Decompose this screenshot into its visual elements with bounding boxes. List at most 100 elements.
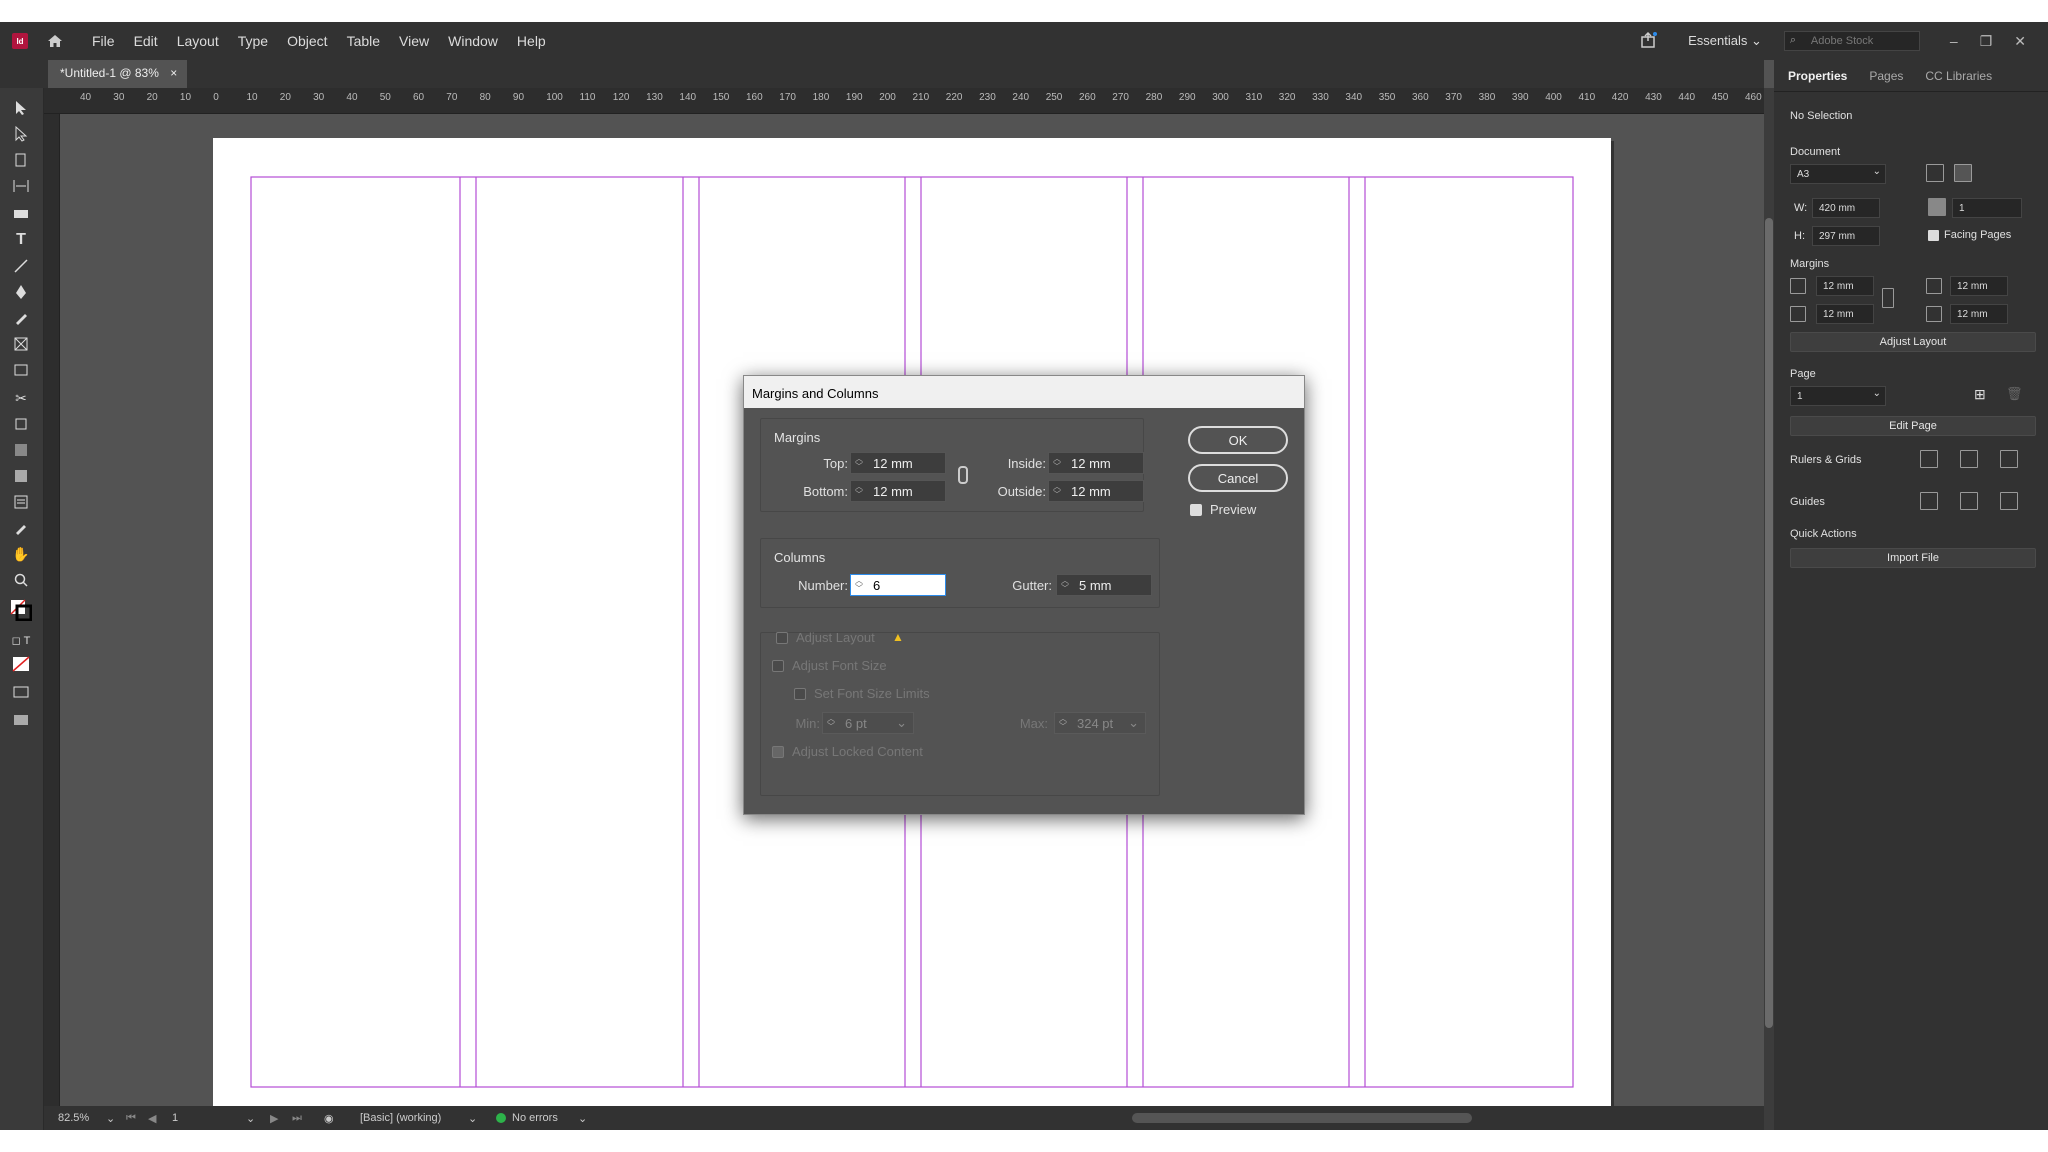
link-icon[interactable]: [958, 466, 968, 484]
selection-tool-icon[interactable]: [10, 98, 32, 118]
show-guides-icon[interactable]: [1920, 492, 1938, 510]
vertical-scrollbar[interactable]: [1764, 88, 1774, 1130]
document-tab[interactable]: *Untitled-1 @ 83% ×: [48, 60, 188, 88]
restore-icon[interactable]: ❐: [1980, 33, 1993, 50]
menu-type[interactable]: Type: [238, 33, 268, 49]
line-tool-icon[interactable]: [10, 256, 32, 276]
menu-window[interactable]: Window: [448, 33, 498, 49]
tab-cc-libraries[interactable]: CC Libraries: [1925, 69, 1992, 83]
horizontal-scroll-thumb[interactable]: [1132, 1113, 1472, 1123]
min-font-size-field[interactable]: ︿ ﹀ 6 pt ⌄: [822, 712, 914, 734]
max-font-size-field[interactable]: ︿ ﹀ 324 pt ⌄: [1054, 712, 1146, 734]
menu-help[interactable]: Help: [517, 33, 546, 49]
preflight-profile-icon[interactable]: ◉: [324, 1112, 334, 1125]
hand-tool-icon[interactable]: ✋: [10, 544, 32, 564]
portrait-orientation-icon[interactable]: [1926, 164, 1944, 182]
import-file-button[interactable]: Import File: [1790, 548, 2036, 568]
margin-top-field[interactable]: ︿ ﹀ 12 mm: [850, 452, 946, 474]
workspace-switcher[interactable]: Essentials ⌄: [1688, 33, 1762, 49]
eyedropper-tool-icon[interactable]: [10, 518, 32, 538]
type-tool-icon[interactable]: T: [10, 230, 32, 250]
errors-chevron-icon[interactable]: ⌄: [578, 1112, 587, 1125]
adjust-layout-checkbox[interactable]: [776, 632, 788, 644]
ruler-icon[interactable]: [1920, 450, 1938, 468]
pen-tool-icon[interactable]: [10, 282, 32, 302]
profile-chevron-icon[interactable]: ⌄: [468, 1112, 477, 1125]
facing-pages-checkbox[interactable]: [1928, 230, 1939, 241]
note-tool-icon[interactable]: [10, 492, 32, 512]
ok-button[interactable]: OK: [1188, 426, 1288, 454]
next-page-icon[interactable]: ▶: [270, 1112, 278, 1125]
direct-selection-tool-icon[interactable]: [10, 124, 32, 144]
zoom-chevron-icon[interactable]: ⌄: [106, 1112, 115, 1125]
preflight-profile[interactable]: [Basic] (working): [360, 1112, 441, 1124]
column-number-input[interactable]: ︿ ﹀ 6: [850, 574, 946, 596]
baseline-grid-icon[interactable]: [1960, 450, 1978, 468]
screen-mode-icon[interactable]: [10, 682, 32, 702]
page-select[interactable]: 1 ⌄: [1790, 386, 1886, 406]
stepper-icon[interactable]: ︿ ﹀: [1053, 455, 1061, 471]
status-page-number[interactable]: 1: [172, 1112, 178, 1124]
stepper-icon[interactable]: ︿ ﹀: [827, 715, 835, 731]
preview-checkbox[interactable]: [1190, 504, 1202, 516]
menu-layout[interactable]: Layout: [177, 33, 219, 49]
stepper-icon[interactable]: ︿ ﹀: [1053, 483, 1061, 499]
width-field[interactable]: 420 mm: [1812, 198, 1880, 218]
share-icon[interactable]: [1640, 31, 1658, 52]
height-field[interactable]: 297 mm: [1812, 226, 1880, 246]
menu-view[interactable]: View: [399, 33, 429, 49]
stepper-icon[interactable]: ︿ ﹀: [855, 455, 863, 471]
landscape-orientation-icon[interactable]: [1954, 164, 1972, 182]
pages-count-field[interactable]: 1: [1952, 198, 2022, 218]
smart-guides-icon[interactable]: [2000, 492, 2018, 510]
stepper-icon[interactable]: ︿ ﹀: [855, 483, 863, 499]
new-page-icon[interactable]: ⊞: [1974, 386, 1986, 403]
menu-file[interactable]: File: [92, 33, 115, 49]
formatting-container-icon[interactable]: ◻ T: [10, 630, 32, 650]
stepper-icon[interactable]: ︿ ﹀: [1061, 577, 1069, 593]
zoom-tool-icon[interactable]: [10, 570, 32, 590]
edit-page-button[interactable]: Edit Page: [1790, 416, 2036, 436]
margin-bottom-field[interactable]: ︿ ﹀ 12 mm: [850, 480, 946, 502]
menu-edit[interactable]: Edit: [134, 33, 158, 49]
last-page-icon[interactable]: ⏭: [292, 1112, 302, 1125]
rectangle-frame-tool-icon[interactable]: [10, 334, 32, 354]
font-size-limits-checkbox[interactable]: [794, 688, 806, 700]
home-icon[interactable]: [46, 32, 64, 50]
cancel-button[interactable]: Cancel: [1188, 464, 1288, 492]
panel-margin-top-field[interactable]: 12 mm: [1816, 276, 1874, 296]
lock-guides-icon[interactable]: [1960, 492, 1978, 510]
stock-search-input[interactable]: ⌕ Adobe Stock: [1783, 31, 1920, 51]
gutter-field[interactable]: ︿ ﹀ 5 mm: [1056, 574, 1152, 596]
first-page-icon[interactable]: ⏮: [126, 1112, 136, 1125]
menu-table[interactable]: Table: [347, 33, 380, 49]
zoom-level[interactable]: 82.5%: [58, 1112, 89, 1124]
panel-margin-bottom-field[interactable]: 12 mm: [1816, 304, 1874, 324]
apply-none-icon[interactable]: [10, 654, 32, 674]
vertical-scroll-thumb[interactable]: [1765, 218, 1773, 1028]
preview-mode-icon[interactable]: [10, 710, 32, 730]
tab-properties[interactable]: Properties: [1788, 69, 1847, 83]
link-margins-icon[interactable]: [1882, 288, 1894, 308]
content-collector-icon[interactable]: [10, 202, 32, 222]
scissors-tool-icon[interactable]: ✂: [10, 388, 32, 408]
menu-object[interactable]: Object: [287, 33, 327, 49]
page-chevron-icon[interactable]: ⌄: [246, 1112, 255, 1125]
close-icon[interactable]: ✕: [2014, 33, 2026, 50]
stepper-icon[interactable]: ︿ ﹀: [1059, 715, 1067, 731]
errors-status[interactable]: No errors: [512, 1112, 558, 1124]
fill-stroke-swatch-icon[interactable]: [10, 599, 32, 621]
margin-outside-field[interactable]: ︿ ﹀ 12 mm: [1048, 480, 1144, 502]
adjust-font-size-checkbox[interactable]: [772, 660, 784, 672]
delete-page-icon[interactable]: 🗑: [2006, 386, 2023, 402]
pencil-tool-icon[interactable]: [10, 308, 32, 328]
page-tool-icon[interactable]: [10, 150, 32, 170]
gradient-tool-icon[interactable]: [10, 440, 32, 460]
prev-page-icon[interactable]: ◀: [148, 1112, 156, 1125]
adjust-layout-button[interactable]: Adjust Layout: [1790, 332, 2036, 352]
tab-close-icon[interactable]: ×: [170, 66, 177, 80]
margin-inside-field[interactable]: ︿ ﹀ 12 mm: [1048, 452, 1144, 474]
minimize-icon[interactable]: –: [1950, 33, 1958, 50]
rectangle-tool-icon[interactable]: [10, 360, 32, 380]
gap-tool-icon[interactable]: [10, 176, 32, 196]
